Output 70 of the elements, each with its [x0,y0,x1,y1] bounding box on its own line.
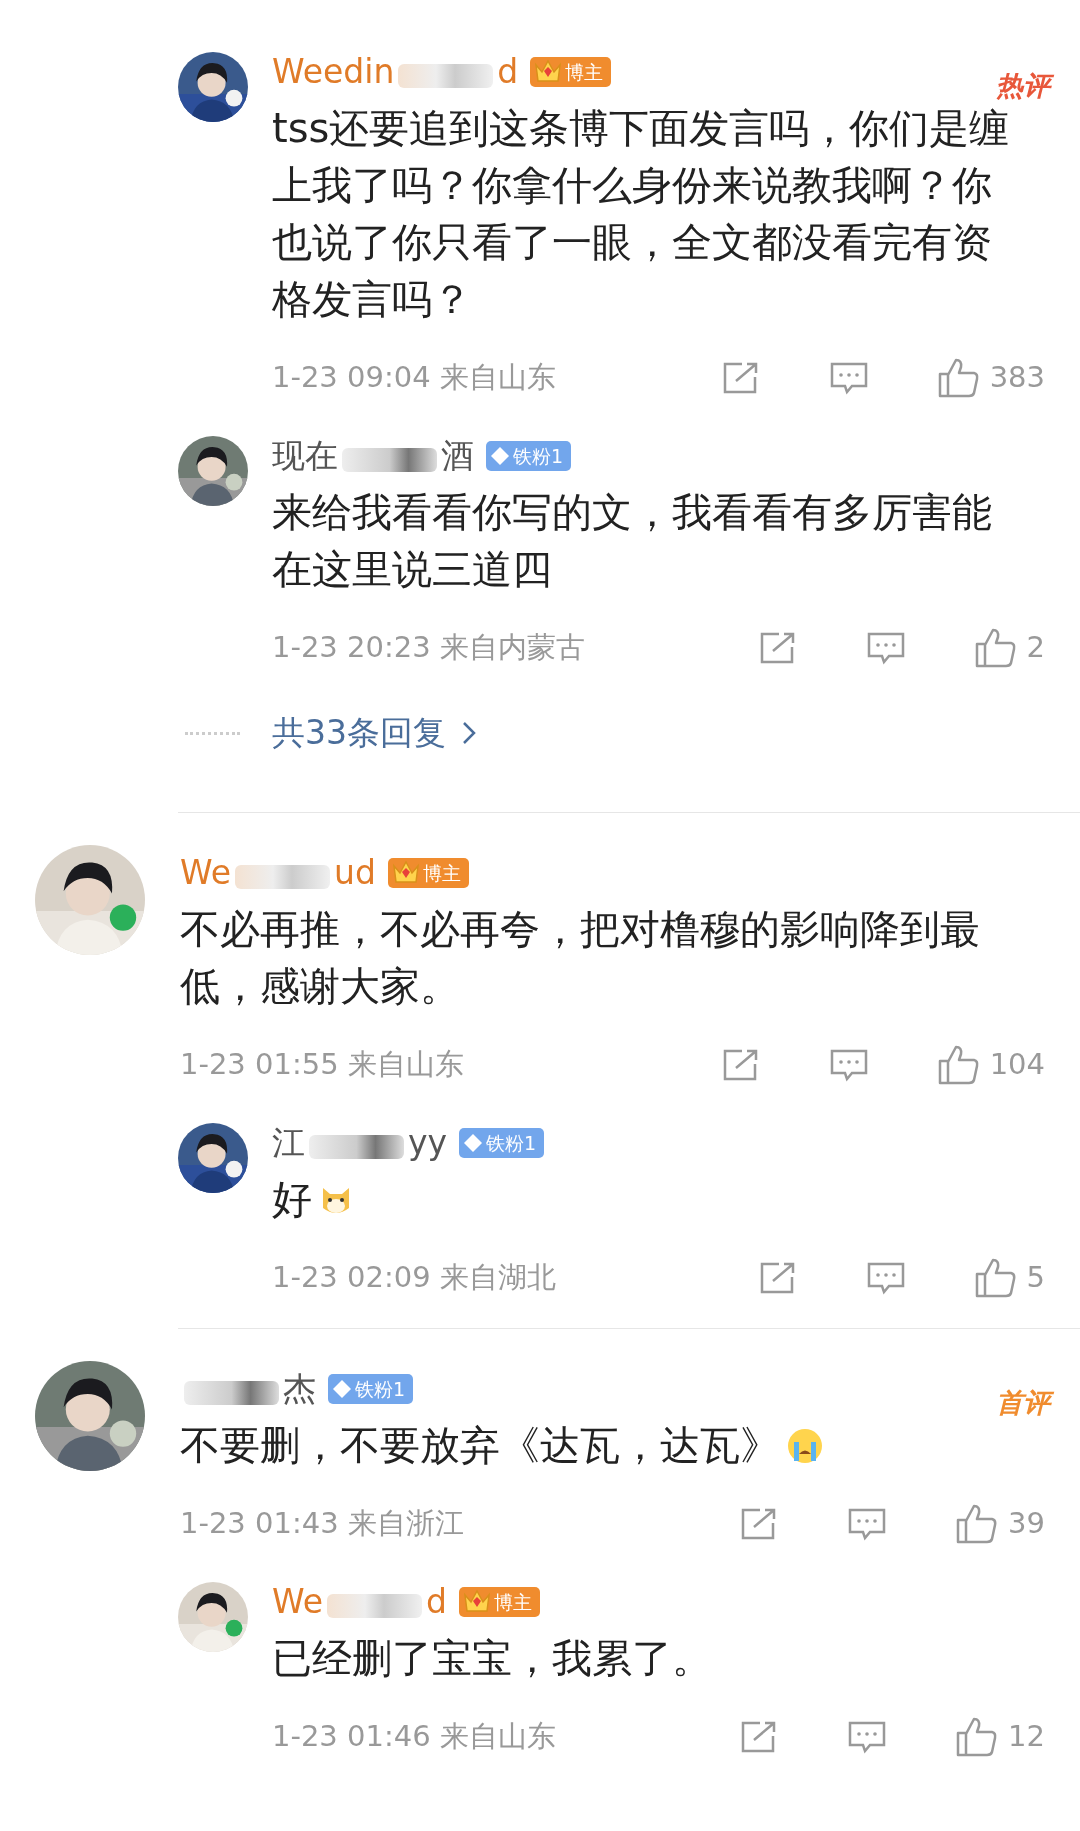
comment-text: 来给我看看你写的文，我看看有多厉害能在这里说三道四 [272,488,993,594]
thumbs-up-icon [956,1717,999,1757]
user-name: Weedin [272,51,395,94]
user-badge: 博主 [530,57,612,87]
comment-button[interactable] [848,1720,887,1754]
comment-icon [866,631,905,665]
crown-icon [462,1589,491,1615]
comment-text: 已经删了宝宝，我累了。 [272,1634,712,1683]
diamond-icon [463,1133,484,1153]
comment-icon [829,1048,868,1082]
diamond-icon [490,446,510,466]
user-badge: 博主 [387,858,469,888]
share-icon [721,361,760,395]
thumbs-up-icon [974,628,1017,668]
user-name: 江 [272,1122,305,1165]
comment-button[interactable] [829,1048,868,1082]
comment-text: 不必再推，不必再夸，把对橹穆的影响降到最低，感谢大家。 [180,905,981,1011]
chevron-right-icon [462,721,476,745]
crown-icon [534,59,563,85]
share-button[interactable] [721,1048,760,1082]
comment-icon [866,1261,905,1295]
like-button[interactable]: 12 [956,1715,1045,1759]
comment-time: 1-23 09:04 来自山东 [272,359,556,397]
user-name: ud [334,852,376,895]
comment-text: 不要删，不要放弃《达瓦，达瓦》 [180,1421,780,1470]
user-name: We [272,1581,323,1624]
comment-time: 1-23 01:55 来自山东 [180,1046,464,1084]
share-icon [721,1048,760,1082]
user-badge: 铁粉1 [328,1374,414,1404]
comment-time: 1-23 20:23 来自内蒙古 [272,629,585,667]
thumbs-up-icon [974,1258,1017,1298]
comment-button[interactable] [866,1261,905,1295]
share-button[interactable] [758,631,797,665]
diamond-icon [332,1379,352,1399]
user-name: 现在 [272,435,338,478]
comment-time: 1-23 02:09 来自湖北 [272,1259,556,1297]
comment-icon [829,361,868,395]
user-name: We [180,852,231,895]
user-badge: 博主 [458,1587,540,1617]
user-name: d [426,1581,447,1624]
like-button[interactable]: 2 [974,626,1045,670]
more-replies-link[interactable]: 共33条回复 [272,708,476,758]
comment-button[interactable] [866,631,905,665]
comment-button[interactable] [829,361,868,395]
crown-icon [391,860,420,886]
comment-icon [848,1720,887,1754]
like-button[interactable]: 39 [956,1502,1045,1546]
comment-icon [848,1507,887,1541]
share-icon [758,1261,797,1295]
user-name: 酒 [441,435,474,478]
thumbs-up-icon [937,358,980,398]
comment-time: 1-23 01:43 来自浙江 [180,1505,464,1543]
share-icon [758,631,797,665]
comment-button[interactable] [848,1507,887,1541]
share-button[interactable] [721,361,760,395]
thumbs-up-icon [956,1504,999,1544]
like-button[interactable]: 5 [974,1256,1045,1300]
share-button[interactable] [758,1261,797,1295]
crying-face-icon [786,1426,824,1465]
like-button[interactable]: 383 [937,356,1045,400]
user-name: 杰 [283,1368,316,1411]
comment-time: 1-23 01:46 来自山东 [272,1718,556,1756]
comment-text: 好 [272,1175,312,1224]
like-button[interactable]: 104 [937,1043,1045,1087]
user-name: d [497,51,519,94]
user-name: yy [408,1122,448,1165]
user-badge: 铁粉1 [486,441,572,471]
user-badge: 铁粉1 [459,1128,545,1158]
comment-text: tss还要追到这条博下面发言吗，你们是缠上我了吗？你拿什么身份来说教我啊？你也说了你只看了一眼，全文都没看完有资格发言吗？ [272,104,1011,324]
thumbs-up-icon [937,1045,980,1085]
